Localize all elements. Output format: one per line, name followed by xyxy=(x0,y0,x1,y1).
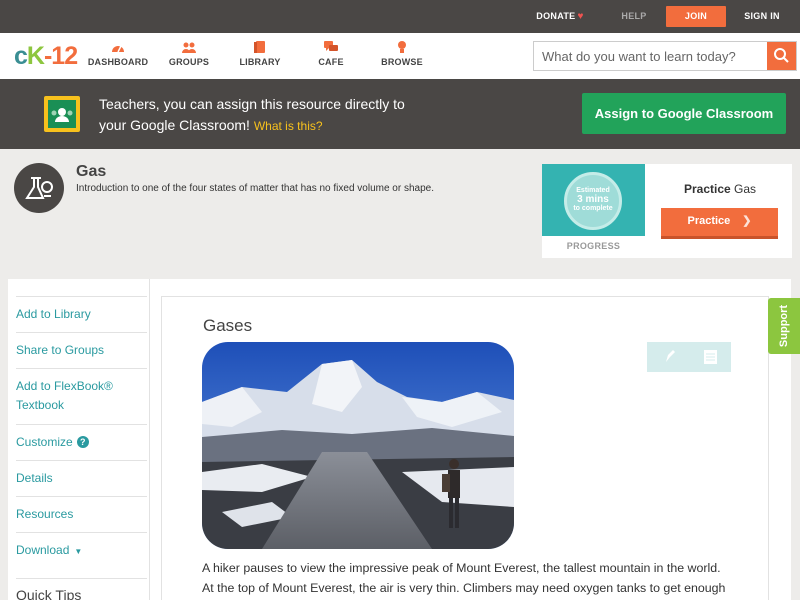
quick-tips-heading: Quick Tips xyxy=(16,578,147,600)
main-navigation: cK-12 DASHBOARD GROUPS LIBRARY CAFE BROW… xyxy=(0,33,800,79)
help-link[interactable]: HELP xyxy=(614,0,654,33)
sidebar-item-add-to-flexbook[interactable]: Add to FlexBook® Textbook xyxy=(16,368,147,424)
search-box xyxy=(533,41,797,71)
chevron-right-icon: ❯ xyxy=(742,215,752,227)
cafe-icon xyxy=(324,41,338,51)
practice-button[interactable]: Practice ❯ xyxy=(661,208,778,239)
section-title: Gases xyxy=(203,316,253,335)
concept-description: Introduction to one of the four states o… xyxy=(76,183,434,194)
mount-everest-hiker-image xyxy=(202,342,514,549)
edit-pencil-icon[interactable] xyxy=(647,342,689,372)
help-icon[interactable]: ? xyxy=(76,436,89,448)
body-text: A hiker pauses to view the impressive pe… xyxy=(202,561,726,595)
nav-cafe[interactable]: CAFE xyxy=(296,41,366,67)
heart-icon: ♥ xyxy=(577,11,584,22)
sidebar-item-share-to-groups[interactable]: Share to Groups xyxy=(16,332,147,368)
browse-icon xyxy=(398,41,406,53)
dashboard-icon xyxy=(112,45,124,53)
sign-in-link[interactable]: SIGN IN xyxy=(736,0,788,33)
sidebar-item-details[interactable]: Details xyxy=(16,460,147,496)
nav-groups[interactable]: GROUPS xyxy=(154,41,224,67)
search-icon xyxy=(774,48,789,63)
sidebar-item-add-to-library[interactable]: Add to Library xyxy=(16,296,147,332)
estimated-time-circle: Estimated 3 mins to complete xyxy=(564,172,622,230)
practice-card: Estimated 3 mins to complete PROGRESS Pr… xyxy=(542,164,792,258)
support-tab[interactable]: Support xyxy=(768,298,800,354)
notes-icon[interactable] xyxy=(689,342,731,372)
donate-label: DONATE xyxy=(536,11,576,21)
join-button[interactable]: JOIN xyxy=(666,6,726,27)
donate-link[interactable]: DONATE ♥ xyxy=(525,0,595,33)
search-button[interactable] xyxy=(767,42,796,70)
practice-heading: Practice Gas xyxy=(683,182,757,196)
nav-browse[interactable]: BROWSE xyxy=(367,41,437,67)
library-icon xyxy=(254,41,265,53)
nav-library[interactable]: LIBRARY xyxy=(225,41,295,67)
google-classroom-icon xyxy=(44,96,80,132)
banner-message: Teachers, you can assign this resource d… xyxy=(99,96,405,133)
main-content: Gases A hiker pauses to view the impress… xyxy=(161,296,769,600)
sidebar: Add to Library Share to Groups Add to Fl… xyxy=(8,279,150,600)
sidebar-item-customize[interactable]: Customize? xyxy=(16,424,147,460)
groups-icon xyxy=(182,42,196,53)
concept-title: Gas xyxy=(76,163,107,180)
assign-to-google-classroom-button[interactable]: Assign to Google Classroom xyxy=(582,93,786,134)
sidebar-item-resources[interactable]: Resources xyxy=(16,496,147,532)
search-input[interactable] xyxy=(534,42,766,70)
google-classroom-banner: Teachers, you can assign this resource d… xyxy=(0,79,800,149)
progress-badge: Estimated 3 mins to complete xyxy=(542,164,645,236)
chemistry-flask-icon xyxy=(14,163,64,213)
sidebar-item-download[interactable]: Download ▼ xyxy=(16,532,147,568)
caret-down-icon: ▼ xyxy=(74,547,83,556)
ck12-logo[interactable]: cK-12 xyxy=(14,42,78,71)
top-utility-bar: DONATE ♥ HELP JOIN SIGN IN xyxy=(0,0,800,33)
content-tools xyxy=(647,342,731,372)
what-is-this-link[interactable]: What is this? xyxy=(254,119,323,133)
nav-dashboard[interactable]: DASHBOARD xyxy=(83,41,153,67)
progress-label: PROGRESS xyxy=(566,241,621,251)
